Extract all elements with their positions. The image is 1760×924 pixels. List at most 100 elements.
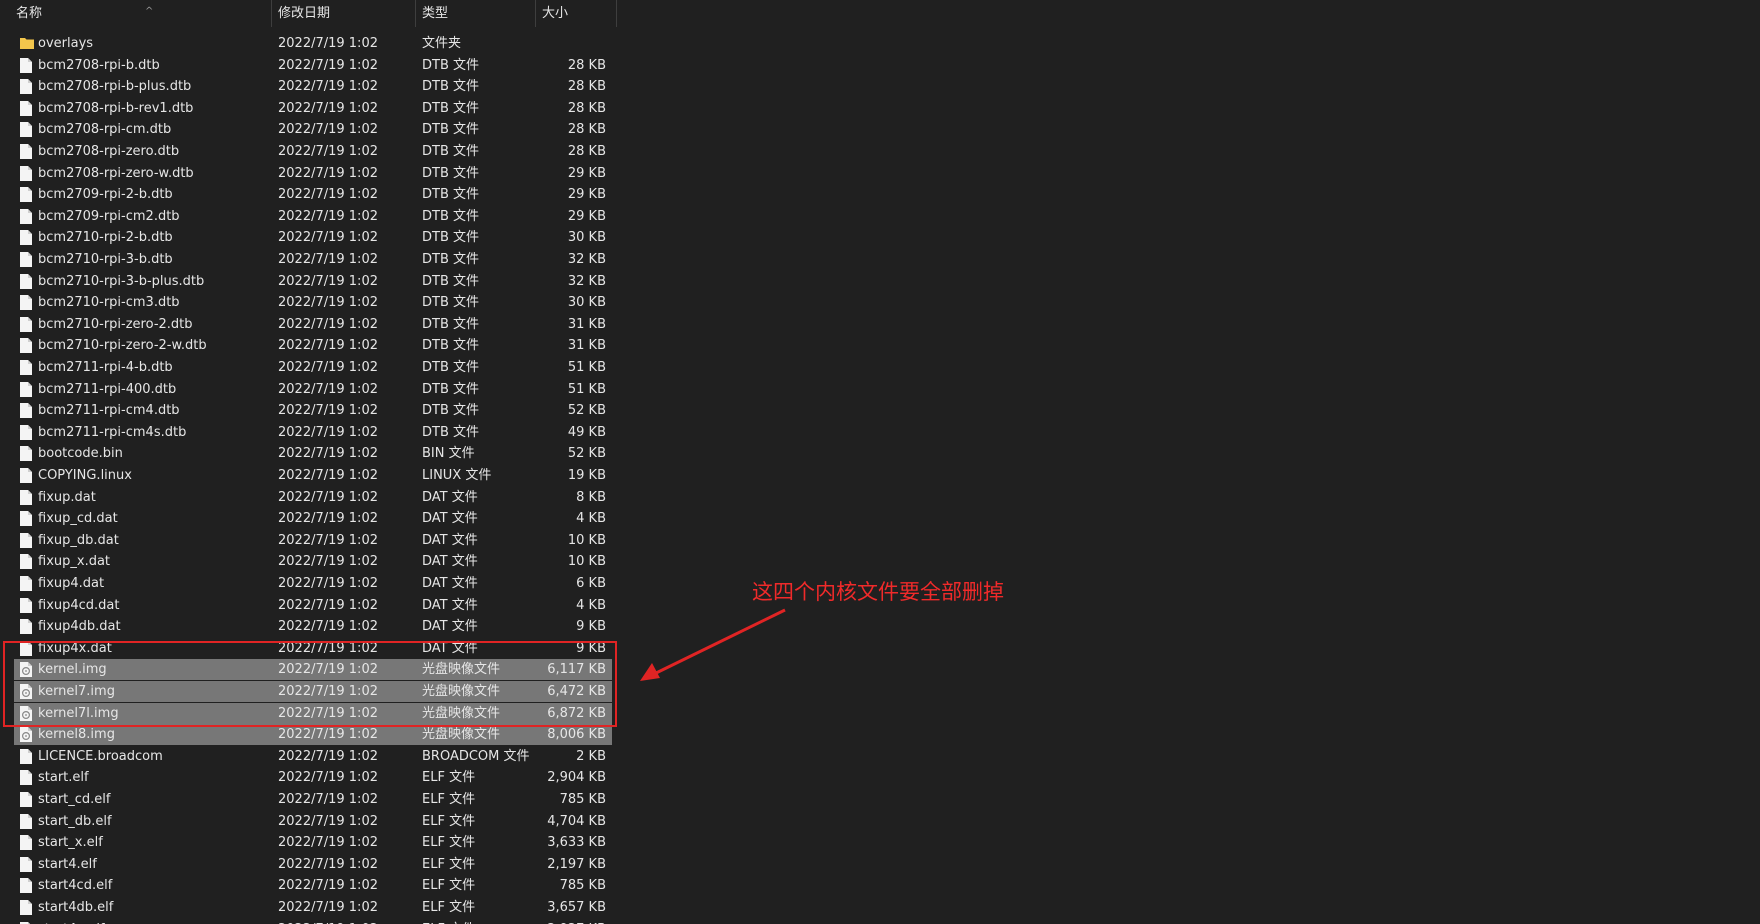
file-type: DTB 文件 xyxy=(422,57,480,73)
file-row[interactable]: fixup_db.dat 2022/7/19 1:02 DAT 文件 10 KB xyxy=(14,530,612,551)
file-size: 31 KB xyxy=(567,316,606,332)
file-name: overlays xyxy=(38,36,94,51)
file-modified-date: 2022/7/19 1:02 xyxy=(278,381,378,397)
file-type: DTB 文件 xyxy=(422,165,480,181)
file-row[interactable]: start_x.elf 2022/7/19 1:02 ELF 文件 3,633 KB xyxy=(14,832,612,853)
file-icon xyxy=(20,597,32,613)
file-name: bcm2709-rpi-cm2.dtb xyxy=(38,208,180,224)
file-size: 3,657 KB xyxy=(547,900,606,915)
file-size: 49 KB xyxy=(567,424,606,440)
file-name: fixup4.dat xyxy=(38,576,105,591)
file-size: 8 KB xyxy=(576,489,606,505)
file-row[interactable]: start.elf 2022/7/19 1:02 ELF 文件 2,904 KB xyxy=(14,767,612,788)
file-modified-date: 2022/7/19 1:02 xyxy=(278,792,378,807)
file-row[interactable]: bcm2711-rpi-cm4s.dtb 2022/7/19 1:02 DTB 文件… xyxy=(14,422,612,443)
file-modified-date: 2022/7/19 1:02 xyxy=(278,770,378,786)
file-modified-date: 2022/7/19 1:02 xyxy=(278,338,378,354)
file-row[interactable]: fixup4.dat 2022/7/19 1:02 DAT 文件 6 KB xyxy=(14,573,612,594)
column-header-name-label: 名称 xyxy=(16,6,43,21)
file-icon xyxy=(20,878,32,894)
file-name: bcm2710-rpi-3-b.dtb xyxy=(38,252,173,267)
file-row[interactable]: bcm2710-rpi-zero-2.dtb 2022/7/19 1:02 DTB … xyxy=(14,314,612,335)
file-row[interactable]: LICENCE.broadcom 2022/7/19 1:02 BROADCOM 文… xyxy=(14,746,612,767)
file-row[interactable]: start4db.elf 2022/7/19 1:02 ELF 文件 3,657 KB xyxy=(14,897,612,918)
file-icon xyxy=(20,554,32,570)
file-row[interactable]: bcm2710-rpi-zero-2-w.dtb 2022/7/19 1:02 DT… xyxy=(14,335,612,356)
file-row[interactable]: bcm2708-rpi-zero.dtb 2022/7/19 1:02 DTB 文件… xyxy=(14,141,612,162)
file-row[interactable]: bootcode.bin 2022/7/19 1:02 BIN 文件 52 KB xyxy=(14,443,612,464)
file-name: start_x.elf xyxy=(38,835,103,851)
column-header-date[interactable]: 修改日期 xyxy=(272,0,416,27)
file-icon xyxy=(20,446,32,462)
file-name: LICENCE.broadcom xyxy=(38,748,163,764)
file-row[interactable]: fixup_x.dat 2022/7/19 1:02 DAT 文件 10 KB xyxy=(14,551,612,572)
file-size: 3,633 KB xyxy=(547,835,606,851)
file-type: DAT 文件 xyxy=(422,532,478,548)
file-row[interactable]: bcm2708-rpi-b.dtb 2022/7/19 1:02 DTB 文件 28 … xyxy=(14,55,612,76)
column-header-type[interactable]: 类型 xyxy=(416,0,536,27)
file-modified-date: 2022/7/19 1:02 xyxy=(278,230,378,246)
file-size: 2,927 KB xyxy=(547,919,606,924)
file-name: fixup4db.dat xyxy=(38,619,121,635)
file-size: 51 KB xyxy=(567,381,606,397)
file-row[interactable]: bcm2709-rpi-cm2.dtb 2022/7/19 1:02 DTB 文件 2… xyxy=(14,206,612,227)
disc-image-icon xyxy=(20,727,32,743)
file-icon xyxy=(20,273,32,289)
file-modified-date: 2022/7/19 1:02 xyxy=(278,79,378,95)
file-row[interactable]: start4.elf 2022/7/19 1:02 ELF 文件 2,197 KB xyxy=(14,854,612,875)
file-icon xyxy=(20,424,32,440)
file-type: ELF 文件 xyxy=(422,813,476,829)
file-row[interactable]: bcm2708-rpi-zero-w.dtb 2022/7/19 1:02 DTB … xyxy=(14,163,612,184)
file-type: DAT 文件 xyxy=(422,597,478,613)
file-row[interactable]: bcm2708-rpi-cm.dtb 2022/7/19 1:02 DTB 文件 28… xyxy=(14,119,612,140)
file-row[interactable]: fixup4cd.dat 2022/7/19 1:02 DAT 文件 4 KB xyxy=(14,595,612,616)
file-name: bcm2710-rpi-zero-2.dtb xyxy=(38,316,193,332)
file-icon xyxy=(20,856,32,872)
file-type: ELF 文件 xyxy=(422,878,476,894)
file-modified-date: 2022/7/19 1:02 xyxy=(278,576,378,591)
file-row[interactable]: start4x.elf 2022/7/19 1:02 ELF 文件 2,927 KB xyxy=(14,919,612,924)
file-row[interactable]: bcm2710-rpi-2-b.dtb 2022/7/19 1:02 DTB 文件 3… xyxy=(14,227,612,248)
file-type: DAT 文件 xyxy=(422,619,478,635)
file-row[interactable]: bcm2710-rpi-cm3.dtb 2022/7/19 1:02 DTB 文件 3… xyxy=(14,292,612,313)
file-size: 28 KB xyxy=(567,144,606,159)
file-icon xyxy=(20,79,32,95)
file-size: 10 KB xyxy=(567,532,606,548)
file-size: 4,704 KB xyxy=(547,813,606,829)
file-icon xyxy=(20,316,32,332)
file-name: start_db.elf xyxy=(38,813,112,829)
file-icon xyxy=(20,619,32,635)
file-row[interactable]: bcm2710-rpi-3-b.dtb 2022/7/19 1:02 DTB 文件 3… xyxy=(14,249,612,270)
file-row[interactable]: start_cd.elf 2022/7/19 1:02 ELF 文件 785 KB xyxy=(14,789,612,810)
file-row[interactable]: start4cd.elf 2022/7/19 1:02 ELF 文件 785 KB xyxy=(14,875,612,896)
file-name: start4x.elf xyxy=(38,919,105,924)
annotation-highlight-box xyxy=(3,641,617,727)
file-row[interactable]: bcm2711-rpi-cm4.dtb 2022/7/19 1:02 DTB 文件 5… xyxy=(14,400,612,421)
file-row[interactable]: fixup4db.dat 2022/7/19 1:02 DAT 文件 9 KB xyxy=(14,616,612,637)
column-header-name[interactable]: 名称 ^ xyxy=(10,0,272,27)
file-row[interactable]: bcm2709-rpi-2-b.dtb 2022/7/19 1:02 DTB 文件 2… xyxy=(14,184,612,205)
file-row[interactable]: bcm2711-rpi-400.dtb 2022/7/19 1:02 DTB 文件 5… xyxy=(14,379,612,400)
file-row[interactable]: bcm2708-rpi-b-rev1.dtb 2022/7/19 1:02 DTB … xyxy=(14,98,612,119)
file-row[interactable]: kernel8.img 2022/7/19 1:02 光盘映像文件 8,006 KB xyxy=(14,724,612,746)
file-size: 10 KB xyxy=(567,554,606,570)
file-modified-date: 2022/7/19 1:02 xyxy=(278,36,378,51)
file-modified-date: 2022/7/19 1:02 xyxy=(278,597,378,613)
file-type: DAT 文件 xyxy=(422,554,478,570)
file-icon xyxy=(20,792,32,807)
file-icon xyxy=(20,532,32,548)
file-modified-date: 2022/7/19 1:02 xyxy=(278,919,378,924)
file-row[interactable]: bcm2710-rpi-3-b-plus.dtb 2022/7/19 1:02 DT… xyxy=(14,271,612,292)
file-size: 29 KB xyxy=(567,187,606,203)
file-row[interactable]: fixup_cd.dat 2022/7/19 1:02 DAT 文件 4 KB xyxy=(14,508,612,529)
file-row[interactable]: bcm2711-rpi-4-b.dtb 2022/7/19 1:02 DTB 文件 5… xyxy=(14,357,612,378)
file-row[interactable]: bcm2708-rpi-b-plus.dtb 2022/7/19 1:02 DTB … xyxy=(14,76,612,97)
column-header-size[interactable]: 大小 xyxy=(536,0,617,27)
file-size: 52 KB xyxy=(567,403,606,419)
file-row[interactable]: fixup.dat 2022/7/19 1:02 DAT 文件 8 KB xyxy=(14,487,612,508)
file-row[interactable]: start_db.elf 2022/7/19 1:02 ELF 文件 4,704 KB xyxy=(14,811,612,832)
file-row[interactable]: overlays 2022/7/19 1:02 文件夹 xyxy=(14,33,612,54)
file-row[interactable]: COPYING.linux 2022/7/19 1:02 LINUX 文件 19 KB xyxy=(14,465,612,486)
file-modified-date: 2022/7/19 1:02 xyxy=(278,144,378,159)
file-type: DTB 文件 xyxy=(422,208,480,224)
